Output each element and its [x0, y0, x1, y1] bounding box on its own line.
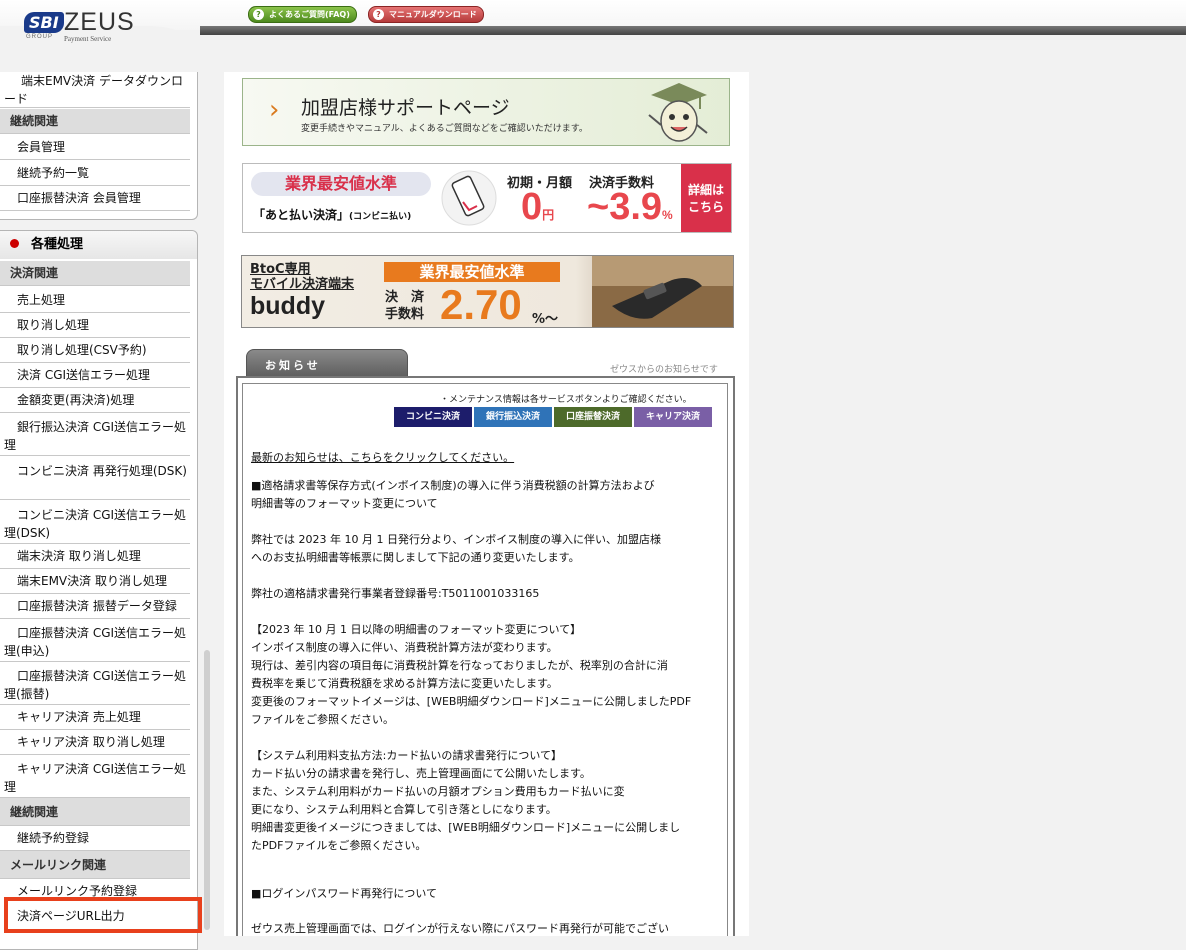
- buddy-percent: %～: [532, 312, 559, 327]
- sidebar-item-cgi-error[interactable]: 決済 CGI送信エラー処理: [0, 363, 190, 388]
- sidebar-item-carrier-sales[interactable]: キャリア決済 売上処理: [0, 705, 190, 730]
- sidebar-item-amount-change[interactable]: 金額変更(再決済)処理: [0, 388, 190, 413]
- sidebar-box-top: 端末EMV決済 データダウンロード 継続関連 会員管理 継続予約一覧 口座振替決…: [0, 72, 198, 220]
- news-tab: お知らせ: [246, 349, 408, 377]
- maintenance-note: ・メンテナンス情報は各サービスボタンよりご確認ください。: [440, 395, 692, 405]
- bullet-icon: [10, 239, 19, 248]
- convenience-payment-banner[interactable]: 業界最安値水準 「あと払い決済」(コンビニ払い) 初期・月額 決済手数料 0円 …: [242, 163, 732, 233]
- sidebar-scroll-thumb[interactable]: [204, 650, 210, 930]
- sidebar-item-emv-download[interactable]: 端末EMV決済 データダウンロード: [0, 72, 190, 108]
- logo-payment-service: Payment Service: [64, 35, 112, 43]
- news-paragraph-intro: 弊社では 2023 年 10 月 1 日発行分より、インボイス制度の導入に伴い、…: [251, 533, 661, 564]
- manual-download-button[interactable]: ? マニュアルダウンロード: [368, 6, 484, 23]
- sidebar-group-mail-link: メールリンク関連: [0, 851, 190, 879]
- buddy-rate: 2.70: [440, 281, 522, 328]
- payment-terminal-icon: [592, 256, 733, 327]
- fee-value: ~3.9%: [587, 186, 673, 228]
- sidebar-item-bank-transfer-members[interactable]: 口座振替決済 会員管理: [0, 186, 190, 211]
- conv-subtitle: 「あと払い決済」(コンビニ払い): [253, 208, 412, 222]
- manual-label: マニュアルダウンロード: [389, 10, 477, 19]
- sidebar-box-processing: 各種処理 決済関連 売上処理 取り消し処理 取り消し処理(CSV予約) 決済 C…: [0, 230, 198, 950]
- news-note: ゼウスからのお知らせです: [610, 365, 718, 375]
- sidebar-group-continuous: 継続関連: [0, 109, 190, 134]
- sidebar-item-continuous-register[interactable]: 継続予約登録: [0, 826, 190, 851]
- chevron-right-icon: ›: [269, 95, 280, 125]
- service-button-convenience[interactable]: コンビニ決済: [394, 407, 472, 427]
- sidebar-item-terminal-emv-cancel[interactable]: 端末EMV決済 取り消し処理: [0, 569, 190, 594]
- sidebar-item-conv-reissue[interactable]: コンビニ決済 再発行処理(DSK): [0, 458, 190, 500]
- sidebar-item-transfer-cgi-apply[interactable]: 口座振替決済 CGI送信エラー処理(申込): [0, 620, 190, 662]
- faq-label: よくあるご質問(FAQ): [269, 10, 350, 19]
- buddy-lowest-price: 業界最安値水準: [384, 262, 560, 282]
- sidebar-group-continuous-2: 継続関連: [0, 798, 190, 826]
- support-title: 加盟店様サポートページ: [301, 97, 510, 119]
- details-button[interactable]: 詳細は こちら: [681, 164, 731, 232]
- logo-group: GROUP: [26, 34, 54, 40]
- initial-monthly-value: 0円: [521, 186, 555, 228]
- sidebar-item-carrier-cgi-error[interactable]: キャリア決済 CGI送信エラー処理: [0, 756, 190, 798]
- sidebar-group-payment: 決済関連: [0, 261, 190, 286]
- highlight-box: [4, 897, 202, 933]
- header-bar: [200, 26, 1186, 35]
- news-paragraph-format-change: 【2023 年 10 月 1 日以降の明細書のフォーマット変更について】 インボイ…: [251, 623, 692, 726]
- buddy-name: buddy: [250, 292, 325, 320]
- header: SBI GROUP ZEUS Payment Service ? よくあるご質問…: [0, 0, 1186, 72]
- sidebar-item-cancel-csv[interactable]: 取り消し処理(CSV予約): [0, 338, 190, 363]
- sidebar-item-continuous-list[interactable]: 継続予約一覧: [0, 161, 190, 186]
- sidebar-item-sales[interactable]: 売上処理: [0, 288, 190, 313]
- support-subtitle: 変更手続きやマニュアル、よくあるご質問などをご確認いただけます。: [301, 124, 588, 134]
- service-button-account-transfer[interactable]: 口座振替決済: [554, 407, 632, 427]
- sidebar-item-bank-cgi-error[interactable]: 銀行振込決済 CGI送信エラー処理: [0, 414, 190, 456]
- sidebar-item-cancel[interactable]: 取り消し処理: [0, 313, 190, 338]
- sidebar-item-carrier-cancel[interactable]: キャリア決済 取り消し処理: [0, 730, 190, 755]
- question-icon: ?: [373, 9, 384, 20]
- logo-zeus: ZEUS: [64, 8, 135, 36]
- sidebar-item-terminal-cancel[interactable]: 端末決済 取り消し処理: [0, 544, 190, 569]
- sidebar: 端末EMV決済 データダウンロード 継続関連 会員管理 継続予約一覧 口座振替決…: [0, 72, 200, 950]
- sidebar-item-member-management[interactable]: 会員管理: [0, 135, 190, 160]
- faq-button[interactable]: ? よくあるご質問(FAQ): [248, 6, 357, 23]
- sidebar-item-transfer-cgi-transfer[interactable]: 口座振替決済 CGI送信エラー処理(振替): [0, 663, 190, 705]
- sidebar-item-conv-cgi-error[interactable]: コンビニ決済 CGI送信エラー処理(DSK): [0, 502, 190, 544]
- news-paragraph-invoice-title: ■適格請求書等保存方式(インボイス制度)の導入に伴う消費税額の計算方法および 明細…: [251, 479, 655, 510]
- question-icon: ?: [253, 9, 264, 20]
- news-paragraph-password-title: ■ログインパスワード再発行について: [251, 887, 438, 900]
- logo-sbi: SBI: [24, 12, 64, 33]
- news-paragraph-registration: 弊社の適格請求書発行事業者登録番号:T5011001033165: [251, 587, 540, 600]
- news-paragraph-password-body: ゼウス売上管理画面では、ログインが行えない際にパスワード再発行が可能でござい: [251, 922, 669, 935]
- smartphone-icon: [441, 170, 497, 226]
- lowest-price-pill: 業界最安値水準: [251, 172, 431, 196]
- sidebar-section-title: 各種処理: [0, 231, 197, 259]
- zeus-logo[interactable]: SBI GROUP ZEUS Payment Service: [24, 8, 144, 48]
- mascot-icon: [648, 83, 708, 142]
- support-page-banner[interactable]: › 加盟店様サポートページ 変更手続きやマニュアル、よくあるご質問などをご確認い…: [242, 78, 730, 146]
- buddy-terminal-banner[interactable]: BtoC専用 モバイル決済端末 buddy 業界最安値水準 決 済手数料 2.70…: [241, 255, 734, 328]
- service-button-bank-transfer[interactable]: 銀行振込決済: [474, 407, 552, 427]
- service-button-carrier[interactable]: キャリア決済: [634, 407, 712, 427]
- buddy-tagline: BtoC専用 モバイル決済端末: [250, 262, 355, 292]
- buddy-fee-label: 決 済手数料: [385, 290, 425, 322]
- sidebar-item-transfer-data[interactable]: 口座振替決済 振替データ登録: [0, 594, 190, 619]
- latest-news-link[interactable]: 最新のお知らせは、こちらをクリックしてください。: [251, 449, 514, 465]
- news-paragraph-card-invoice: 【システム利用料支払方法:カード払いの請求書発行について】 カード払い分の請求書を…: [251, 749, 681, 852]
